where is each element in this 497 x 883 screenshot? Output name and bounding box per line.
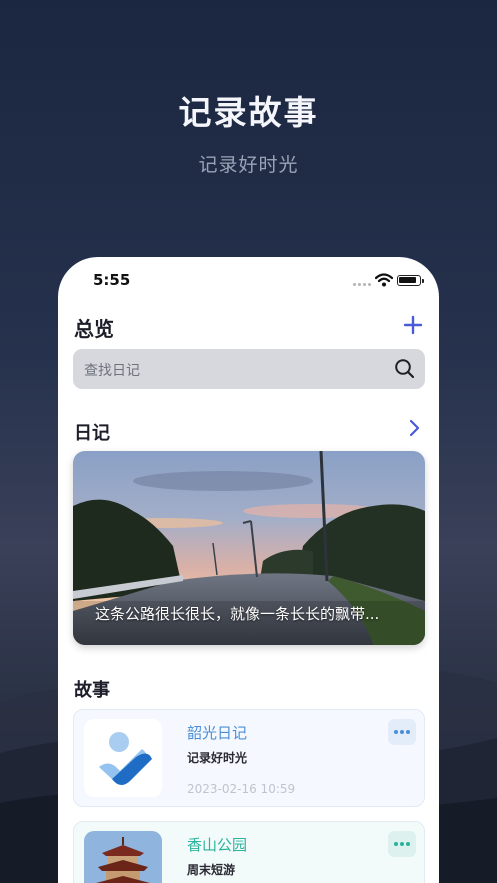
story-name: 香山公园 <box>187 836 248 854</box>
status-time: 5:55 <box>93 271 131 289</box>
diary-caption: 这条公路很长很长，就像一条长长的飘带... <box>95 605 380 623</box>
story-card[interactable]: 香山公园 周末短游 <box>73 821 425 883</box>
overview-title: 总览 <box>74 317 114 341</box>
signal-icon <box>353 283 371 286</box>
status-bar: 5:55 <box>58 271 439 293</box>
battery-icon <box>397 275 424 286</box>
search-icon[interactable] <box>394 358 415 379</box>
stories-section-title: 故事 <box>74 680 110 701</box>
pagoda-photo-thumbnail <box>84 831 162 883</box>
story-desc: 周末短游 <box>187 863 236 877</box>
diary-section-title: 日记 <box>74 423 110 444</box>
app-logo-icon <box>99 732 152 786</box>
ellipsis-icon[interactable] <box>388 831 416 857</box>
wifi-icon <box>375 273 393 287</box>
app-logo-thumbnail <box>84 719 162 797</box>
promo-subtitle: 记录好时光 <box>198 154 299 176</box>
promo-title: 记录故事 <box>178 93 319 132</box>
story-name: 韶光日记 <box>187 724 248 742</box>
story-card[interactable]: 韶光日记 记录好时光 2023-02-16 10:59 <box>73 709 425 807</box>
ellipsis-icon[interactable] <box>388 719 416 745</box>
search-placeholder: 查找日记 <box>84 363 140 379</box>
phone-screen: 5:55 总览 查找日记 日记 这条公路很长很长，就像一条长长的飘带... 故事… <box>58 257 439 883</box>
story-desc: 记录好时光 <box>187 751 248 765</box>
plus-icon[interactable] <box>401 313 425 337</box>
chevron-right-icon[interactable] <box>406 418 422 438</box>
diary-card[interactable]: 这条公路很长很长，就像一条长长的飘带... <box>73 451 425 645</box>
story-date: 2023-02-16 10:59 <box>187 782 296 796</box>
pagoda-photo <box>84 831 162 883</box>
search-input[interactable]: 查找日记 <box>73 349 425 389</box>
